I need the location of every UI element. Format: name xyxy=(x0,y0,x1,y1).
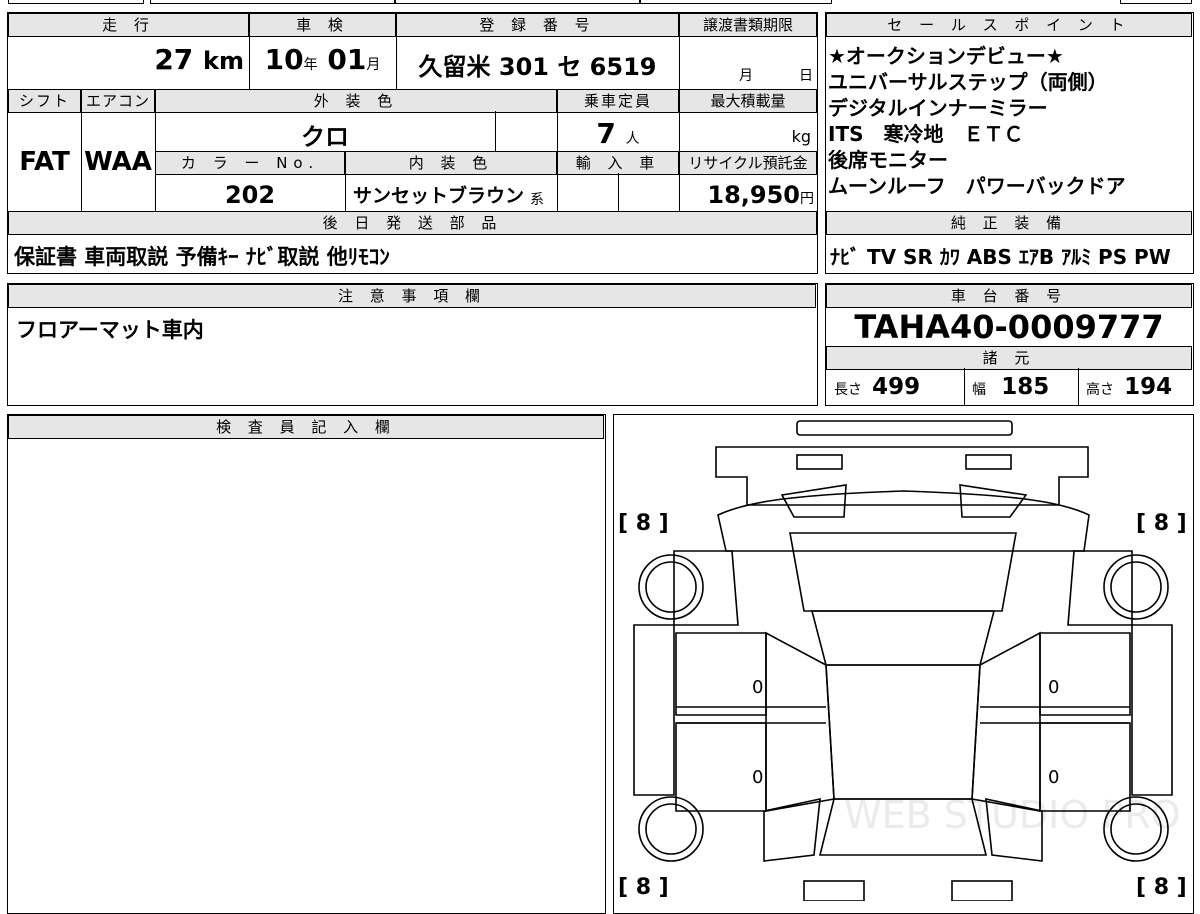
transfer-deadline-header: 譲渡書類期限 xyxy=(679,13,817,37)
registration-number: 久留米 301 セ 6519 xyxy=(418,53,657,81)
door-mark-front-left: 0 xyxy=(752,677,764,698)
top-strip-cell-5 xyxy=(1120,0,1192,4)
chassis-panel: 車 台 番 号 TAHA40-0009777 諸 元 長さ 499 幅 185 … xyxy=(825,283,1194,406)
max-load-value: kg xyxy=(791,127,811,146)
notes-header: 注 意 事 項 欄 xyxy=(8,284,816,308)
exterior-color-value: クロ xyxy=(301,123,349,151)
shift-header: シフト xyxy=(8,89,81,113)
equipment-header: 純 正 装 備 xyxy=(826,211,1192,235)
chassis-header: 車 台 番 号 xyxy=(826,284,1192,308)
watermark: WEB STUDIO PRO xyxy=(844,793,1181,837)
recycle-fee-header: リサイクル預託金 xyxy=(679,151,817,175)
door-mark-rear-right: 0 xyxy=(1048,767,1060,788)
shift-value: FAT xyxy=(19,147,70,177)
spec-width: 幅 185 xyxy=(972,374,1050,400)
sales-point-line: 後席モニター xyxy=(828,148,948,172)
inspector-header: 検 査 員 記 入 欄 xyxy=(8,415,604,439)
notes-value: フロアーマット車内 xyxy=(16,318,204,342)
sales-points-list: ★オークションデビュー★ ユニバーサルステップ（両側） デジタルインナーミラー … xyxy=(828,43,1190,199)
capacity-value: 7 人 xyxy=(596,117,640,150)
interior-color-suffix: 系 xyxy=(530,192,544,208)
sales-points-header: セ ー ル ス ポ イ ン ト xyxy=(826,13,1192,37)
color-number-header: カ ラ ー No. xyxy=(155,151,345,175)
top-strip-cell-3 xyxy=(395,0,640,4)
car-diagram-panel: [ 8 ] [ 8 ] [ 8 ] [ 8 ] 0 0 0 0 WEB STUD… xyxy=(613,414,1194,914)
import-header: 輸 入 車 xyxy=(557,151,679,175)
door-mark-front-right: 0 xyxy=(1048,677,1060,698)
max-load-header: 最大積載量 xyxy=(679,89,817,113)
sales-point-line: ITS 寒冷地 ＥＴＣ xyxy=(828,122,1024,146)
top-strip-cell-2 xyxy=(150,0,395,4)
vehicle-info-table: 走 行 車 検 登 録 番 号 譲渡書類期限 27 km 10年 01月 久留米… xyxy=(7,12,818,274)
tire-tread-front-right: [ 8 ] xyxy=(1136,511,1187,536)
recycle-fee-value: 18,950円 xyxy=(707,181,814,209)
color-number-value: 202 xyxy=(224,181,276,209)
exterior-color-header: 外 装 色 xyxy=(155,89,557,113)
later-parts-value: 保証書 車両取説 予備ｷｰ ﾅﾋﾞ取説 他ﾘﾓｺﾝ xyxy=(14,245,390,269)
sales-point-line: ユニバーサルステップ（両側） xyxy=(828,70,1108,94)
mileage-value: 27 km xyxy=(154,43,244,76)
sales-point-line: ムーンルーフ パワーバックドア xyxy=(828,174,1126,198)
equipment-value: ﾅﾋﾞ TV SR ｶﾜ ABS ｴｱB ｱﾙﾐ PS PW xyxy=(830,245,1171,269)
door-mark-rear-left: 0 xyxy=(752,767,764,788)
inspection-header: 車 検 xyxy=(249,13,396,37)
top-strip-cell-4 xyxy=(640,0,832,4)
tire-tread-rear-left: [ 8 ] xyxy=(618,875,669,900)
spec-length: 長さ 499 xyxy=(834,374,921,400)
interior-color-value: サンセットブラウン xyxy=(353,185,525,207)
sales-point-line: デジタルインナーミラー xyxy=(828,96,1048,120)
tire-tread-front-left: [ 8 ] xyxy=(618,511,669,536)
sales-point-line: ★オークションデビュー★ xyxy=(828,44,1064,68)
chassis-number: TAHA40-0009777 xyxy=(854,308,1164,346)
specs-header: 諸 元 xyxy=(826,346,1192,370)
aircon-value: WAA xyxy=(84,147,152,177)
tire-tread-rear-right: [ 8 ] xyxy=(1136,875,1187,900)
later-parts-header: 後 日 発 送 部 品 xyxy=(8,211,817,235)
notes-panel: 注 意 事 項 欄 フロアーマット車内 xyxy=(7,283,818,406)
inspector-panel: 検 査 員 記 入 欄 xyxy=(7,414,606,914)
aircon-header: エアコン xyxy=(81,89,155,113)
interior-color-header: 内 装 色 xyxy=(345,151,557,175)
sales-points-panel: セ ー ル ス ポ イ ン ト ★オークションデビュー★ ユニバーサルステップ（… xyxy=(825,12,1194,274)
inspection-date: 10年 01月 xyxy=(264,43,381,76)
mileage-header: 走 行 xyxy=(8,13,249,37)
registration-header: 登 録 番 号 xyxy=(396,13,679,37)
top-strip-cell-1 xyxy=(8,0,144,4)
capacity-header: 乗車定員 xyxy=(557,89,679,113)
spec-height: 高さ 194 xyxy=(1086,374,1173,400)
